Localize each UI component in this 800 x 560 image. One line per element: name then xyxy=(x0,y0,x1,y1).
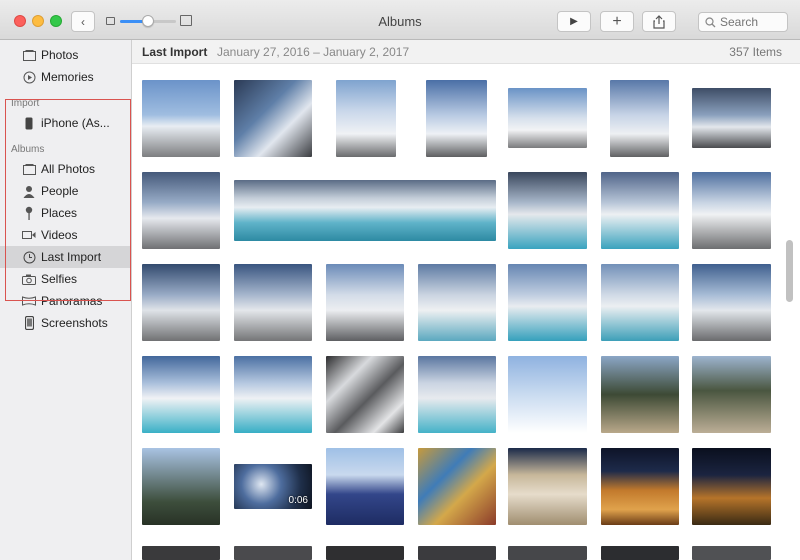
photo-thumbnail[interactable] xyxy=(508,546,587,560)
large-thumbnail-icon xyxy=(180,15,192,26)
close-button[interactable] xyxy=(14,15,26,27)
sidebar-item-memories[interactable]: Memories xyxy=(0,66,131,88)
photo-thumbnail[interactable] xyxy=(336,80,396,157)
photo-thumbnail[interactable] xyxy=(508,172,587,249)
small-thumbnail-icon xyxy=(106,17,115,25)
photo-thumbnail[interactable] xyxy=(692,88,771,148)
zoom-slider[interactable] xyxy=(106,13,192,29)
photo-thumbnail[interactable] xyxy=(234,80,312,157)
photo-thumbnail[interactable] xyxy=(601,172,679,249)
photo-thumbnail[interactable] xyxy=(426,80,487,157)
slider-knob[interactable] xyxy=(142,15,154,27)
photo-thumbnail[interactable] xyxy=(601,546,679,560)
search-icon xyxy=(705,16,716,27)
play-icon: ▶ xyxy=(570,16,578,27)
chevron-left-icon: ‹ xyxy=(81,14,85,29)
photo-thumbnail[interactable] xyxy=(142,356,220,433)
photo-thumbnail[interactable] xyxy=(610,80,669,157)
sidebar-item-label: Memories xyxy=(41,70,94,84)
photo-thumbnail[interactable] xyxy=(142,172,220,249)
photo-thumbnail[interactable] xyxy=(418,546,496,560)
sidebar-item-photos[interactable]: Photos xyxy=(0,44,131,66)
photo-thumbnail[interactable] xyxy=(601,264,679,341)
video-duration: 0:06 xyxy=(288,495,308,506)
minimize-button[interactable] xyxy=(32,15,44,27)
photo-thumbnail[interactable] xyxy=(508,88,587,148)
photo-thumbnail[interactable] xyxy=(692,264,771,341)
share-button[interactable] xyxy=(642,11,676,32)
photo-thumbnail[interactable] xyxy=(692,356,771,433)
back-button[interactable]: ‹ xyxy=(71,11,95,32)
photo-thumbnail[interactable] xyxy=(692,546,771,560)
content-header: Last Import January 27, 2016 – January 2… xyxy=(132,40,800,64)
photo-thumbnail[interactable] xyxy=(418,264,496,341)
photo-thumbnail[interactable] xyxy=(142,80,220,157)
photo-thumbnail[interactable] xyxy=(326,546,404,560)
add-button[interactable]: + xyxy=(600,11,634,32)
photo-thumbnail[interactable] xyxy=(326,264,404,341)
search-input[interactable] xyxy=(720,15,784,29)
photo-thumbnail[interactable] xyxy=(508,264,587,341)
photo-thumbnail[interactable] xyxy=(508,356,587,433)
photo-thumbnail[interactable] xyxy=(418,448,496,525)
photo-thumbnail[interactable] xyxy=(326,448,404,525)
photo-thumbnail[interactable] xyxy=(234,180,496,241)
slideshow-button[interactable]: ▶ xyxy=(557,11,591,32)
photo-thumbnail[interactable] xyxy=(234,546,312,560)
plus-icon: + xyxy=(612,12,622,30)
zoom-button[interactable] xyxy=(50,15,62,27)
photo-thumbnail[interactable] xyxy=(692,448,771,525)
photos-icon xyxy=(22,48,36,62)
photo-thumbnail[interactable] xyxy=(418,356,496,433)
share-icon xyxy=(653,14,665,29)
sidebar-item-screenshots[interactable]: Screenshots xyxy=(0,312,131,334)
vertical-scrollbar[interactable] xyxy=(786,240,793,302)
date-range: January 27, 2016 – January 2, 2017 xyxy=(217,45,410,59)
search-field[interactable] xyxy=(698,12,788,32)
albums-highlight-frame xyxy=(5,99,131,301)
section-title: Last Import xyxy=(142,45,208,59)
photo-thumbnail[interactable] xyxy=(601,448,679,525)
item-count: 357 Items xyxy=(729,45,782,59)
video-thumbnail[interactable]: 0:06 xyxy=(234,464,312,509)
photo-thumbnail[interactable] xyxy=(234,264,312,341)
photo-thumbnail[interactable] xyxy=(142,448,220,525)
sidebar-item-label: Screenshots xyxy=(41,316,108,330)
title-bar: ‹ Albums ▶ + xyxy=(0,0,800,40)
photo-thumbnail[interactable] xyxy=(142,546,220,560)
sidebar-item-label: Photos xyxy=(41,48,79,62)
screenshots-icon xyxy=(22,316,36,330)
photo-thumbnail[interactable] xyxy=(692,172,771,249)
photo-thumbnail[interactable] xyxy=(326,356,404,433)
photo-thumbnail[interactable] xyxy=(601,356,679,433)
photo-thumbnail[interactable] xyxy=(234,356,312,433)
photo-thumbnail[interactable] xyxy=(142,264,220,341)
photo-thumbnail[interactable] xyxy=(508,448,587,525)
memories-icon xyxy=(22,70,36,84)
